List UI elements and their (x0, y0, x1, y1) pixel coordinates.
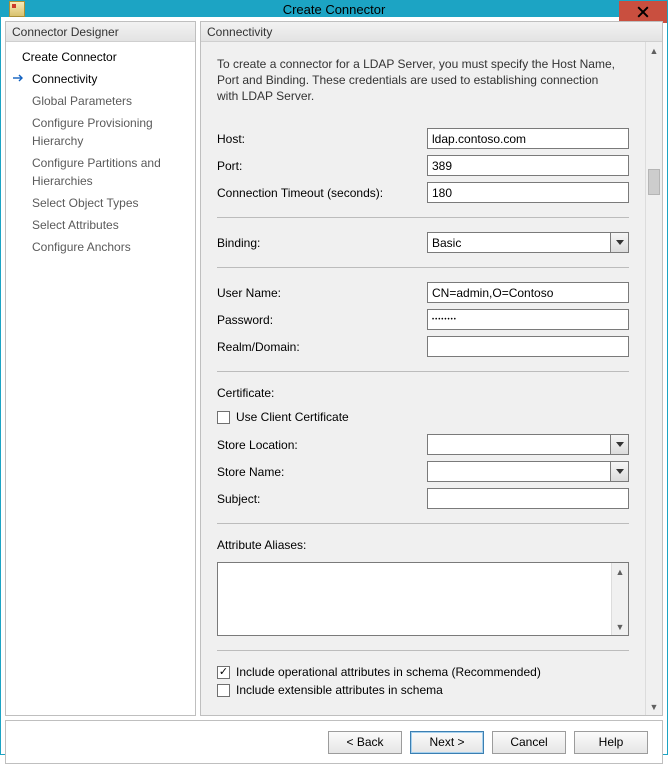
content-scroll: To create a connector for a LDAP Server,… (201, 42, 662, 715)
scroll-track[interactable] (646, 59, 662, 698)
store-location-dropdown[interactable] (427, 434, 629, 455)
nav-connectivity-label: Connectivity (32, 72, 97, 86)
chevron-down-icon (610, 462, 628, 481)
help-button[interactable]: Help (574, 731, 648, 754)
panes: Connector Designer Create Connector Conn… (5, 21, 663, 716)
arrow-right-icon (12, 72, 24, 84)
store-name-label: Store Name: (217, 465, 427, 479)
nav-configure-anchors[interactable]: Configure Anchors (6, 236, 195, 258)
subject-input[interactable] (427, 488, 629, 509)
back-button[interactable]: < Back (328, 731, 402, 754)
nav-configure-provisioning[interactable]: Configure Provisioning Hierarchy (6, 112, 195, 152)
port-label: Port: (217, 159, 427, 173)
nav-global-parameters[interactable]: Global Parameters (6, 90, 195, 112)
left-pane-header: Connector Designer (6, 22, 195, 42)
window: Create Connector Connector Designer Crea… (0, 0, 668, 755)
store-location-label: Store Location: (217, 438, 427, 452)
scroll-up-icon[interactable]: ▲ (612, 563, 628, 580)
window-title: Create Connector (1, 2, 667, 17)
use-client-cert-checkbox[interactable] (217, 411, 230, 424)
realm-input[interactable] (427, 336, 629, 357)
binding-dropdown[interactable]: Basic (427, 232, 629, 253)
nav-connectivity[interactable]: Connectivity (6, 68, 195, 90)
close-button[interactable] (619, 1, 667, 23)
separator (217, 650, 629, 651)
store-name-combo[interactable] (427, 461, 629, 482)
nav-configure-partitions[interactable]: Configure Partitions and Hierarchies (6, 152, 195, 192)
chevron-down-icon (610, 435, 628, 454)
timeout-label: Connection Timeout (seconds): (217, 186, 427, 200)
app-icon (9, 1, 25, 17)
scroll-down-icon[interactable]: ▼ (646, 698, 662, 715)
password-input[interactable] (427, 309, 629, 330)
next-button[interactable]: Next > (410, 731, 484, 754)
content: To create a connector for a LDAP Server,… (201, 42, 645, 715)
cancel-button[interactable]: Cancel (492, 731, 566, 754)
port-input[interactable] (427, 155, 629, 176)
scroll-down-icon[interactable]: ▼ (612, 618, 628, 635)
nav-create-connector[interactable]: Create Connector (6, 46, 195, 68)
aliases-label: Attribute Aliases: (217, 538, 629, 552)
separator (217, 371, 629, 372)
include-operational-label: Include operational attributes in schema… (236, 665, 541, 679)
nav-select-attributes[interactable]: Select Attributes (6, 214, 195, 236)
timeout-input[interactable] (427, 182, 629, 203)
footer: < Back Next > Cancel Help (5, 720, 663, 764)
close-icon (637, 6, 649, 18)
left-pane: Connector Designer Create Connector Conn… (5, 21, 196, 716)
aliases-textarea[interactable]: ▲ ▼ (217, 562, 629, 636)
binding-value: Basic (432, 236, 461, 250)
right-pane-header: Connectivity (201, 22, 662, 42)
separator (217, 267, 629, 268)
textarea-scrollbar[interactable]: ▲ ▼ (611, 563, 628, 635)
subject-label: Subject: (217, 492, 427, 506)
use-client-cert-label: Use Client Certificate (236, 410, 349, 424)
separator (217, 523, 629, 524)
binding-label: Binding: (217, 236, 427, 250)
nav-select-object-types[interactable]: Select Object Types (6, 192, 195, 214)
include-extensible-label: Include extensible attributes in schema (236, 683, 443, 697)
nav-tree: Create Connector Connectivity Global Par… (6, 42, 195, 262)
scroll-thumb[interactable] (648, 169, 660, 195)
scroll-up-icon[interactable]: ▲ (646, 42, 662, 59)
user-input[interactable] (427, 282, 629, 303)
vertical-scrollbar[interactable]: ▲ ▼ (645, 42, 662, 715)
user-label: User Name: (217, 286, 427, 300)
include-operational-checkbox[interactable] (217, 666, 230, 679)
separator (217, 217, 629, 218)
include-extensible-checkbox[interactable] (217, 684, 230, 697)
body: Connector Designer Create Connector Conn… (1, 17, 667, 768)
right-pane: Connectivity To create a connector for a… (200, 21, 663, 716)
intro-text: To create a connector for a LDAP Server,… (217, 56, 629, 104)
chevron-down-icon (610, 233, 628, 252)
host-label: Host: (217, 132, 427, 146)
host-input[interactable] (427, 128, 629, 149)
password-label: Password: (217, 313, 427, 327)
certificate-label: Certificate: (217, 386, 629, 400)
titlebar: Create Connector (1, 1, 667, 17)
realm-label: Realm/Domain: (217, 340, 427, 354)
